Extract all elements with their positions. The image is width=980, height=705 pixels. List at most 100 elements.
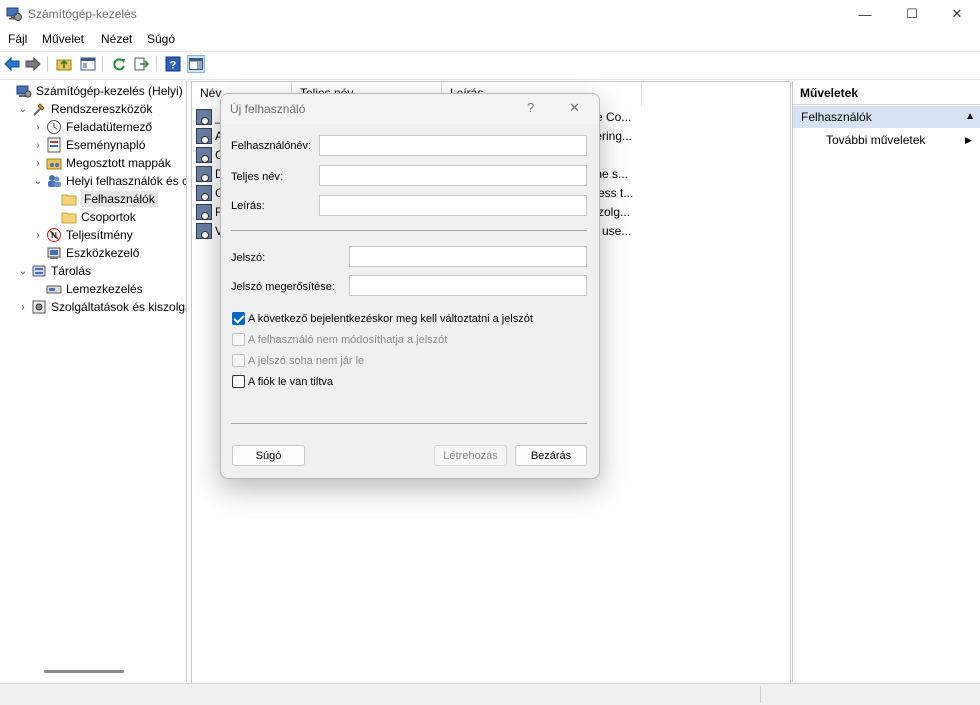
status-separator — [760, 686, 761, 703]
must-change-password-label: A következő bejelentkezéskor meg kell vá… — [248, 313, 533, 325]
performance-icon: N — [47, 228, 61, 242]
disk-icon — [46, 285, 62, 294]
tree-item-label: Számítógép-kezelés (Helyi) — [36, 84, 183, 98]
svg-text:?: ? — [170, 60, 177, 72]
maximize-button[interactable]: ☐ — [889, 0, 935, 28]
tree-item-label: Feladatütemező — [66, 120, 153, 134]
account-disabled-checkbox[interactable] — [232, 375, 245, 388]
close-dialog-button[interactable]: Bezárás — [515, 445, 587, 466]
tree-item[interactable]: › Eseménynapló — [0, 136, 145, 154]
actions-section-users[interactable]: Felhasználók ▲ — [793, 106, 980, 128]
help-dialog-button[interactable]: Súgó — [232, 445, 305, 466]
action-pane-icon — [189, 58, 203, 70]
toolbar-separator — [47, 56, 48, 72]
user-icon — [196, 222, 212, 239]
chevron-down-icon[interactable]: ⌄ — [17, 266, 29, 277]
refresh-button[interactable] — [110, 55, 128, 73]
menu-view[interactable]: Nézet — [101, 32, 132, 46]
collapse-up-icon: ▲ — [965, 111, 975, 122]
computer-management-icon — [16, 85, 32, 98]
svg-text:N: N — [51, 231, 57, 240]
folder-icon — [61, 194, 77, 206]
show-hide-tree-button[interactable] — [79, 55, 97, 73]
device-manager-icon — [47, 247, 61, 259]
username-field[interactable] — [319, 135, 587, 156]
folder-up-icon — [56, 59, 72, 71]
forward-button[interactable] — [24, 55, 42, 73]
more-actions-item[interactable]: További műveletek — [826, 133, 925, 147]
dialog-close-icon[interactable]: ✕ — [569, 100, 580, 116]
tree-item[interactable]: › Szolgáltatások és kiszolgáló — [0, 298, 187, 316]
dialog-help-icon[interactable]: ? — [527, 100, 534, 115]
chevron-right-icon[interactable]: › — [17, 302, 29, 313]
show-hide-action-pane-button[interactable] — [187, 55, 205, 73]
password-never-expires-checkbox[interactable] — [232, 354, 245, 367]
tree-item[interactable]: ⌄ Rendszereszközök — [0, 100, 153, 118]
close-icon: ✕ — [951, 6, 963, 21]
password-field[interactable] — [349, 246, 587, 267]
tree-item-label: Felhasználók — [81, 191, 158, 207]
cannot-change-password-label: A felhasználó nem módosíthatja a jelszót — [248, 334, 448, 346]
fullname-field[interactable] — [319, 165, 587, 186]
chevron-down-icon[interactable]: ⌄ — [17, 104, 29, 115]
export-list-button[interactable] — [133, 55, 151, 73]
chevron-right-icon[interactable]: › — [32, 158, 44, 169]
tree-item[interactable]: Felhasználók — [0, 190, 158, 208]
tree-item[interactable]: Csoportok — [0, 208, 136, 226]
shared-folder-icon — [46, 158, 62, 170]
chevron-down-icon[interactable]: ⌄ — [32, 176, 44, 187]
forward-arrow-icon — [25, 57, 41, 71]
close-button[interactable]: ✕ — [934, 0, 980, 28]
window-title: Számítógép-kezelés — [28, 7, 137, 21]
tree-item-label: Szolgáltatások és kiszolgáló — [51, 300, 187, 314]
computer-management-icon — [6, 7, 22, 21]
folder-icon — [61, 212, 77, 224]
status-bar — [0, 683, 980, 705]
toolbar-separator — [156, 56, 157, 72]
password-never-expires-label: A jelszó soha nem jár le — [248, 355, 365, 367]
menu-action[interactable]: Művelet — [42, 32, 84, 46]
event-viewer-icon — [47, 137, 61, 153]
tree-item-label: Tárolás — [51, 264, 92, 278]
console-tree: Számítógép-kezelés (Helyi) ⌄ Rendszereszkö… — [0, 81, 187, 682]
dialog-title-bar: Új felhasználó ? ✕ — [221, 94, 599, 124]
menu-file[interactable]: Fájl — [8, 32, 27, 46]
description-field[interactable] — [319, 195, 587, 216]
clock-icon — [47, 120, 61, 134]
chevron-right-icon[interactable]: › — [32, 140, 44, 151]
minimize-icon: — — [858, 6, 872, 22]
tree-item[interactable]: Eszközkezelő — [0, 244, 139, 262]
tree-item-label: Rendszereszközök — [51, 102, 153, 116]
create-button[interactable]: Létrehozás — [434, 445, 507, 466]
tree-item[interactable]: › Megosztott mappák — [0, 154, 171, 172]
tree-item-label: Eszközkezelő — [66, 246, 140, 260]
fullname-label: Teljes név: — [231, 171, 283, 183]
menu-help[interactable]: Súgó — [147, 32, 175, 46]
up-folder-button[interactable] — [55, 55, 73, 73]
tree-horizontal-scrollbar[interactable] — [44, 670, 124, 673]
cannot-change-password-checkbox[interactable] — [232, 333, 245, 346]
user-icon — [196, 184, 212, 201]
dialog-separator — [231, 230, 587, 231]
tree-item[interactable]: ⌄ Helyi felhasználók és cs — [0, 172, 186, 190]
chevron-right-icon[interactable]: › — [32, 122, 44, 133]
back-button[interactable] — [3, 55, 21, 73]
tree-item-label: Megosztott mappák — [66, 156, 171, 170]
tree-item[interactable]: › N Teljesítmény — [0, 226, 133, 244]
chevron-right-icon[interactable]: › — [32, 230, 44, 241]
tree-item[interactable]: › Feladatütemező — [0, 118, 152, 136]
refresh-icon — [113, 58, 125, 71]
actions-header: Műveletek — [793, 81, 980, 105]
minimize-button[interactable]: — — [842, 0, 888, 28]
help-button[interactable]: ? — [164, 55, 182, 73]
title-bar: Számítógép-kezelés — ☐ ✕ — [0, 0, 980, 28]
user-icon — [196, 165, 212, 182]
tree-item[interactable]: ⌄ Tárolás — [0, 262, 91, 280]
back-arrow-icon — [4, 57, 20, 71]
maximize-icon: ☐ — [906, 6, 918, 21]
must-change-password-checkbox[interactable] — [232, 312, 245, 325]
tree-item[interactable]: Számítógép-kezelés (Helyi) — [0, 82, 183, 100]
confirm-password-field[interactable] — [349, 275, 587, 296]
toolbar-separator — [102, 56, 103, 72]
tree-item[interactable]: Lemezkezelés — [0, 280, 143, 298]
